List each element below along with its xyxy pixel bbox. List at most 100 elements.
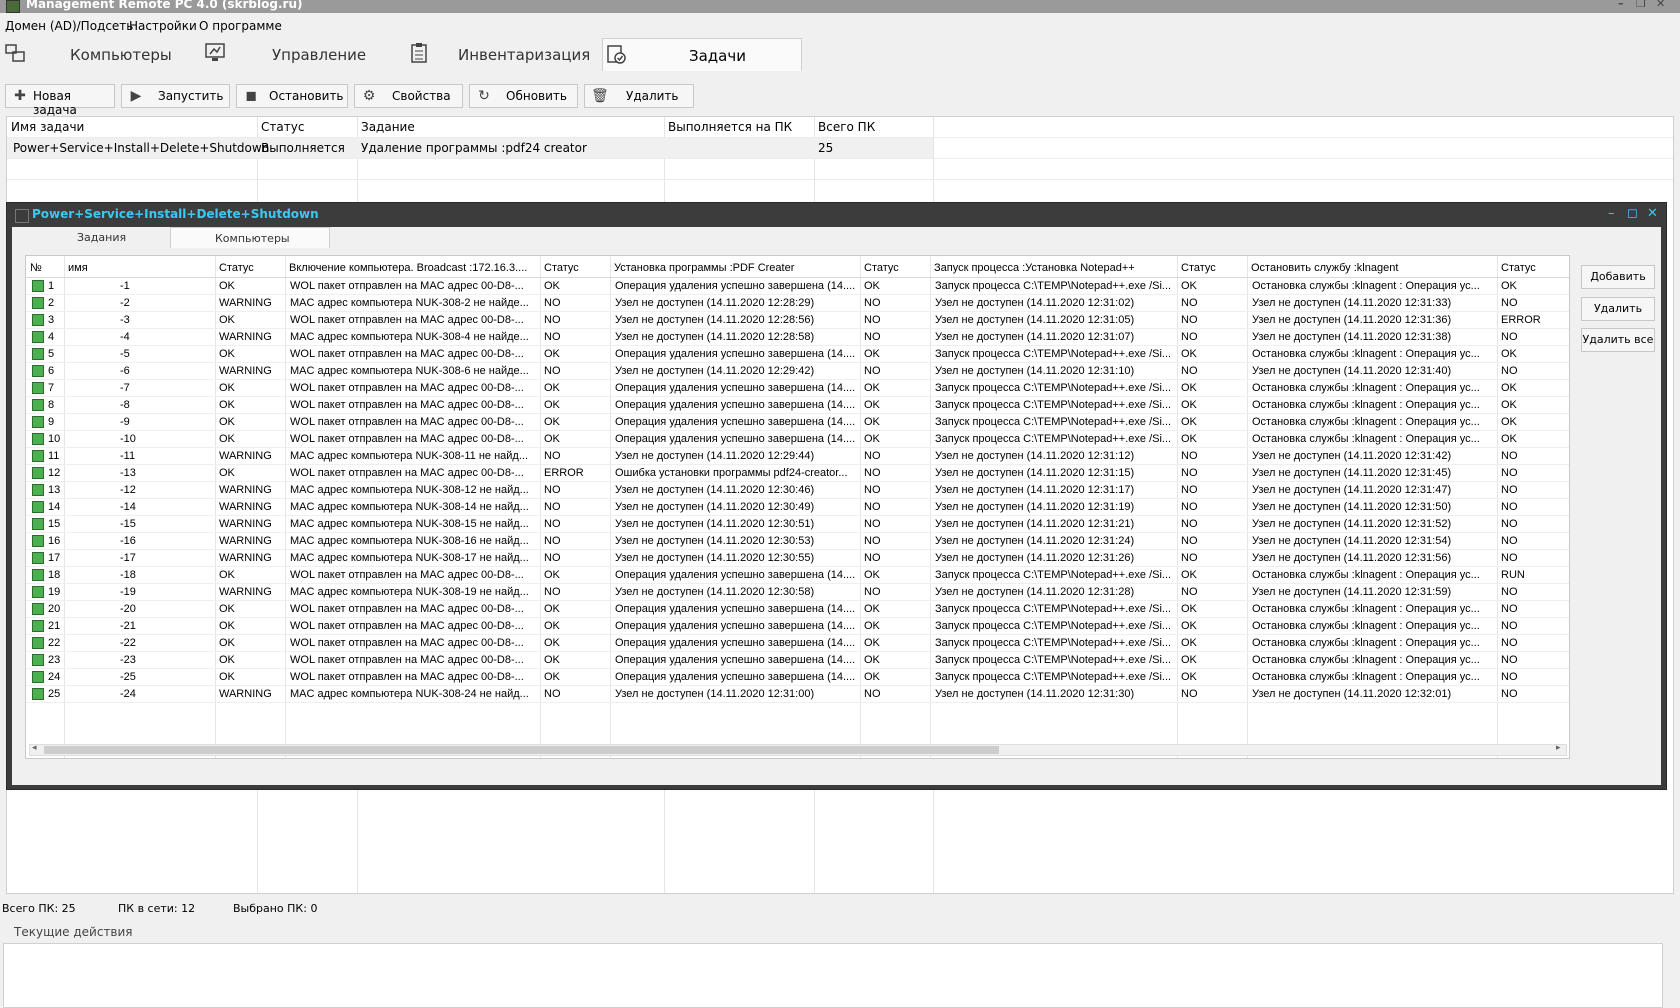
close-icon[interactable]: ✕ [1656,0,1665,10]
table-row[interactable]: 14 -14 WARNING MAC адрес компьютера NUK-308… [26,499,1569,516]
table-row[interactable]: 24 -25 OK WOL пакет отправлен на MAC адрес … [26,669,1569,686]
new-task-button[interactable]: ✚ Новая задача [5,84,115,117]
minimize-icon[interactable]: – [1618,0,1624,10]
table-row[interactable]: 17 -17 WARNING MAC адрес компьютера NUK-308… [26,550,1569,567]
refresh-button[interactable]: ↻ Обновить [469,84,578,108]
tab-jobs[interactable]: Задания [17,227,167,247]
current-actions-log[interactable] [3,943,1663,1008]
table-row[interactable]: 1 -1 OK WOL пакет отправлен на MAC адрес 00… [26,278,1569,295]
row-install: Операция удаления успешно завершена (14.… [615,399,856,411]
table-row[interactable]: 9 -9 OK WOL пакет отправлен на MAC адрес 00… [26,414,1569,431]
col-header-status-5[interactable]: Статус [1501,262,1565,274]
table-row[interactable]: 7 -7 OK WOL пакет отправлен на MAC адрес 00… [26,380,1569,397]
table-row[interactable]: 12 -13 OK WOL пакет отправлен на MAC адрес … [26,465,1569,482]
tab-computers[interactable]: Компьютеры [0,38,200,70]
col-header-service[interactable]: Остановить службу :klnagent [1251,262,1495,274]
maximize-icon[interactable]: ❐ [1636,0,1646,10]
col-header-status-2[interactable]: Статус [544,262,608,274]
table-row[interactable]: 22 -22 OK WOL пакет отправлен на MAC адрес … [26,635,1569,652]
col-header-status[interactable]: Статус [261,120,304,134]
add-button[interactable]: Добавить [1581,265,1655,289]
properties-button[interactable]: ⚙ Свойства [354,84,463,108]
tab-management[interactable]: Управление [202,38,402,70]
row-status-5: NO [1501,501,1518,513]
status-selected: Выбрано ПК: 0 [233,902,318,915]
row-install: Операция удаления успешно завершена (14.… [615,382,856,394]
table-row[interactable]: Power+Service+Install+Delete+Shutdown Вы… [7,138,933,158]
scroll-left-icon[interactable]: ◂ [32,742,37,753]
col-header-number[interactable]: № [30,262,62,274]
table-row[interactable]: 16 -16 WARNING MAC адрес компьютера NUK-308… [26,533,1569,550]
computers-table[interactable]: № имя Статус Включение компьютера. Broad… [25,255,1570,759]
row-service: Узел не доступен (14.11.2020 12:31:36) [1252,314,1452,326]
col-header-job[interactable]: Задание [361,120,415,134]
row-service: Остановка службы :klnagent : Операция ус… [1252,654,1480,666]
table-row[interactable]: 10 -10 OK WOL пакет отправлен на MAC адрес … [26,431,1569,448]
col-header-name[interactable]: имя [68,262,208,274]
row-wol: WOL пакет отправлен на MAC адрес 00-D8-.… [290,603,524,615]
row-status-2: NO [544,331,561,343]
table-row[interactable]: 19 -19 WARNING MAC адрес компьютера NUK-308… [26,584,1569,601]
menu-settings[interactable]: Настройки [129,19,197,33]
col-header-status-4[interactable]: Статус [1181,262,1245,274]
col-header-wol[interactable]: Включение компьютера. Broadcast :172.16.… [289,262,539,274]
delete-button[interactable]: 🗑 Удалить [584,84,694,108]
run-button[interactable]: ▶ Запустить [121,84,230,108]
menu-about[interactable]: О программе [199,19,282,33]
row-name: -16 [120,535,136,547]
table-row[interactable]: 6 -6 WARNING MAC адрес компьютера NUK-308-6… [26,363,1569,380]
col-header-status-3[interactable]: Статус [864,262,928,274]
col-header-install[interactable]: Установка программы :PDF Creater [614,262,858,274]
row-wol: MAC адрес компьютера NUK-308-4 не найде.… [290,331,529,343]
child-minimize-icon[interactable]: – [1608,206,1615,221]
pc-status-icon [32,688,44,700]
table-row[interactable]: 4 -4 WARNING MAC адрес компьютера NUK-308-4… [26,329,1569,346]
scroll-right-icon[interactable]: ▸ [1556,742,1561,753]
tab-inventory-label: Инвентаризация [458,46,591,64]
table-row[interactable]: 5 -5 OK WOL пакет отправлен на MAC адрес 00… [26,346,1569,363]
row-service: Узел не доступен (14.11.2020 12:31:42) [1252,450,1452,462]
row-wol: WOL пакет отправлен на MAC адрес 00-D8-.… [290,671,524,683]
col-header-process[interactable]: Запуск процесса :Установка Notepad++ [934,262,1175,274]
table-row[interactable]: 15 -15 WARNING MAC адрес компьютера NUK-308… [26,516,1569,533]
tab-computers-child[interactable]: Компьютеры [170,227,330,248]
table-row[interactable]: 18 -18 OK WOL пакет отправлен на MAC адрес … [26,567,1569,584]
table-row[interactable]: 8 -8 OK WOL пакет отправлен на MAC адрес 00… [26,397,1569,414]
col-header-total[interactable]: Всего ПК [818,120,875,134]
tab-tasks[interactable]: Задачи [602,38,802,71]
row-number: 4 [48,331,55,343]
row-status-2: NO [544,365,561,377]
row-status-3: OK [864,569,880,581]
col-header-status-1[interactable]: Статус [219,262,283,274]
row-status-3: NO [864,365,881,377]
child-close-icon[interactable]: ✕ [1647,206,1658,221]
task-details-window[interactable]: Power+Service+Install+Delete+Shutdown – … [6,202,1667,790]
table-row[interactable]: 25 -24 WARNING MAC адрес компьютера NUK-308… [26,686,1569,703]
row-status-2: OK [544,637,560,649]
table-row[interactable]: 2 -2 WARNING MAC адрес компьютера NUK-308-2… [26,295,1569,312]
col-header-running-on[interactable]: Выполняется на ПК [668,120,792,134]
row-status-2: NO [544,450,561,462]
table-row[interactable]: 23 -23 OK WOL пакет отправлен на MAC адрес … [26,652,1569,669]
row-number: 11 [48,450,60,462]
scrollbar-thumb[interactable] [44,746,999,754]
menu-domain[interactable]: Домен (AD)/Подсеть [5,19,133,33]
table-row[interactable]: 13 -12 WARNING MAC адрес компьютера NUK-308… [26,482,1569,499]
table-row[interactable]: 11 -11 WARNING MAC адрес компьютера NUK-308… [26,448,1569,465]
horizontal-scrollbar[interactable]: ◂ ▸ [29,742,1567,756]
row-status-5: OK [1501,433,1517,445]
pc-status-icon [32,399,44,411]
table-row[interactable]: 3 -3 OK WOL пакет отправлен на MAC адрес 00… [26,312,1569,329]
row-process: Запуск процесса C:\TEMP\Notepad++.exe /S… [935,603,1172,615]
stop-icon: ◼ [245,88,257,104]
table-row[interactable]: 20 -20 OK WOL пакет отправлен на MAC адрес … [26,601,1569,618]
col-header-task-name[interactable]: Имя задачи [11,120,84,134]
remove-all-button[interactable]: Удалить все [1581,328,1655,352]
plus-icon: ✚ [14,88,26,104]
stop-button[interactable]: ◼ Остановить [236,84,348,108]
child-maximize-icon[interactable]: ◻ [1627,206,1638,221]
tab-inventory[interactable]: Инвентаризация [404,38,602,70]
table-row[interactable]: 21 -21 OK WOL пакет отправлен на MAC адрес … [26,618,1569,635]
main-tabs: Компьютеры Управление Инвентаризация Зад… [0,38,1680,72]
remove-button[interactable]: Удалить [1581,297,1655,321]
